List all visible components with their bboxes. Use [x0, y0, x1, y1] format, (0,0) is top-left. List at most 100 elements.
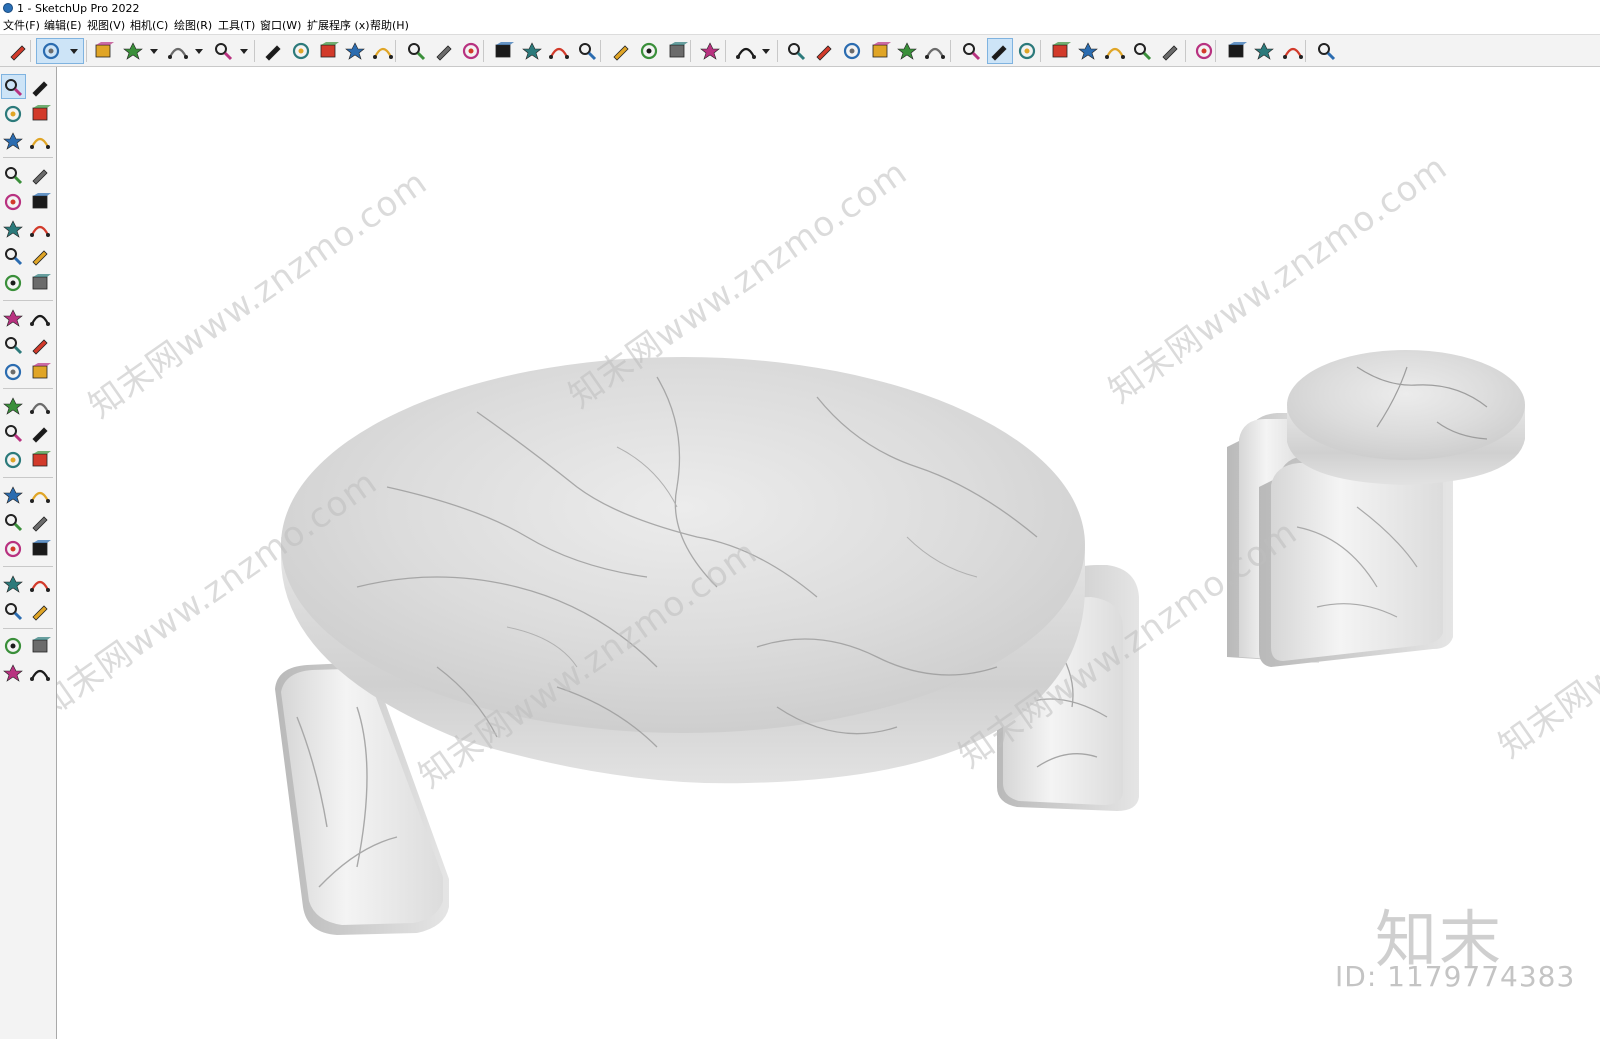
scenes-icon[interactable] [1253, 40, 1275, 62]
follow-me-icon[interactable] [29, 334, 51, 356]
menu-view[interactable]: 视图(V) [87, 17, 125, 34]
freehand-icon[interactable] [29, 164, 51, 186]
user-dropdown-arrow[interactable] [762, 49, 770, 54]
solid-tools-icon[interactable] [988, 40, 1010, 62]
push-pull-icon[interactable] [29, 307, 51, 329]
back-view-icon[interactable] [896, 40, 918, 62]
zoom-window-icon[interactable] [29, 511, 51, 533]
section-plane-icon[interactable] [29, 600, 51, 622]
tape-icon[interactable] [29, 130, 51, 152]
dimension-icon[interactable] [29, 395, 51, 417]
home-view-icon[interactable] [841, 40, 863, 62]
menu-file[interactable]: 文件(F) [3, 17, 40, 34]
eraser-icon[interactable] [29, 103, 51, 125]
coffee-table[interactable] [275, 357, 1139, 935]
outliner-icon[interactable] [29, 635, 51, 657]
orbit-icon[interactable] [29, 76, 51, 98]
warehouse-icon[interactable] [960, 40, 982, 62]
pan-icon[interactable] [521, 40, 543, 62]
cloud-icon[interactable] [1193, 40, 1215, 62]
layers-icon[interactable] [2, 662, 24, 684]
info-icon[interactable] [1282, 40, 1304, 62]
section-plane-icon[interactable] [610, 40, 632, 62]
rotate-icon[interactable] [344, 40, 366, 62]
select-icon[interactable] [2, 76, 24, 98]
move-icon[interactable] [2, 307, 24, 329]
select-icon[interactable] [40, 40, 62, 62]
right-view-icon[interactable] [869, 40, 891, 62]
tape-measure-icon[interactable] [2, 395, 24, 417]
move-icon[interactable] [317, 40, 339, 62]
pencil-icon[interactable] [2, 164, 24, 186]
rectangle-dropdown-arrow[interactable] [240, 49, 248, 54]
tags-icon[interactable] [638, 40, 660, 62]
iso-view-icon[interactable] [785, 40, 807, 62]
arc-dropdown-arrow[interactable] [195, 49, 203, 54]
pie-icon[interactable] [29, 245, 51, 267]
paint-bucket-icon[interactable] [460, 40, 482, 62]
orbit-icon[interactable] [492, 40, 514, 62]
offset-icon[interactable] [29, 361, 51, 383]
scale-icon[interactable] [2, 361, 24, 383]
rectangle-icon[interactable] [2, 191, 24, 213]
cart-icon[interactable] [1315, 40, 1337, 62]
component-icon[interactable] [1049, 40, 1071, 62]
menu-window[interactable]: 窗口(W) [260, 17, 301, 34]
front-view-icon[interactable] [813, 40, 835, 62]
arc-icon[interactable] [167, 40, 189, 62]
menu-draw[interactable]: 绘图(R) [174, 17, 212, 34]
protractor-icon[interactable] [2, 422, 24, 444]
rotated-rectangle-icon[interactable] [29, 191, 51, 213]
orbit2-icon[interactable] [2, 484, 24, 506]
circle-icon[interactable] [2, 218, 24, 240]
layers-icon[interactable] [699, 40, 721, 62]
menu-help[interactable]: 帮助(H) [370, 17, 409, 34]
rotate-icon[interactable] [2, 334, 24, 356]
outliner-icon[interactable] [666, 40, 688, 62]
push-pull-icon[interactable] [262, 40, 284, 62]
polygon-icon[interactable] [29, 218, 51, 240]
follow-me-icon[interactable] [290, 40, 312, 62]
zoom-icon[interactable] [2, 511, 24, 533]
settings-icon[interactable] [1225, 40, 1247, 62]
tape-measure-icon[interactable] [405, 40, 427, 62]
axes-icon[interactable] [2, 449, 24, 471]
texture-icon[interactable] [1131, 40, 1153, 62]
drawing-viewport[interactable]: 知末网www.znzmo.com 知末网www.znzmo.com 知末网www… [57, 67, 1600, 1039]
menu-tools[interactable]: 工具(T) [218, 17, 255, 34]
pencil-icon[interactable] [122, 40, 144, 62]
position-camera-icon[interactable] [2, 573, 24, 595]
menu-camera[interactable]: 相机(C) [130, 17, 168, 34]
component-icon[interactable] [2, 130, 24, 152]
user-icon[interactable] [735, 40, 757, 62]
arc-icon[interactable] [2, 245, 24, 267]
text-icon[interactable] [29, 422, 51, 444]
two-point-arc-icon[interactable] [2, 272, 24, 294]
top-view-icon[interactable] [924, 40, 946, 62]
style-builder-icon[interactable] [1016, 40, 1038, 62]
menu-extensions[interactable]: 扩展程序 (x) [307, 17, 370, 34]
text-icon[interactable] [433, 40, 455, 62]
add-location-icon[interactable] [1077, 40, 1099, 62]
scale-icon[interactable] [372, 40, 394, 62]
menu-edit[interactable]: 编辑(E) [44, 17, 82, 34]
walk-icon[interactable] [2, 600, 24, 622]
pan-icon[interactable] [29, 484, 51, 506]
eraser-icon[interactable] [92, 40, 114, 62]
match-photo-icon[interactable] [1159, 40, 1181, 62]
three-point-arc-icon[interactable] [29, 272, 51, 294]
styles-icon[interactable] [29, 662, 51, 684]
shadow-icon[interactable] [1104, 40, 1126, 62]
tags-icon[interactable] [2, 635, 24, 657]
zoom-extents-icon[interactable] [2, 538, 24, 560]
zoom-icon[interactable] [548, 40, 570, 62]
rectangle-icon[interactable] [212, 40, 234, 62]
paint-bucket-icon[interactable] [2, 103, 24, 125]
zoom-extents-icon[interactable] [576, 40, 598, 62]
select-dropdown-arrow[interactable] [70, 49, 78, 54]
previous-view-icon[interactable] [29, 538, 51, 560]
3d-text-icon[interactable] [29, 449, 51, 471]
search-icon[interactable] [7, 40, 29, 62]
pencil-dropdown-arrow[interactable] [150, 49, 158, 54]
look-around-icon[interactable] [29, 573, 51, 595]
